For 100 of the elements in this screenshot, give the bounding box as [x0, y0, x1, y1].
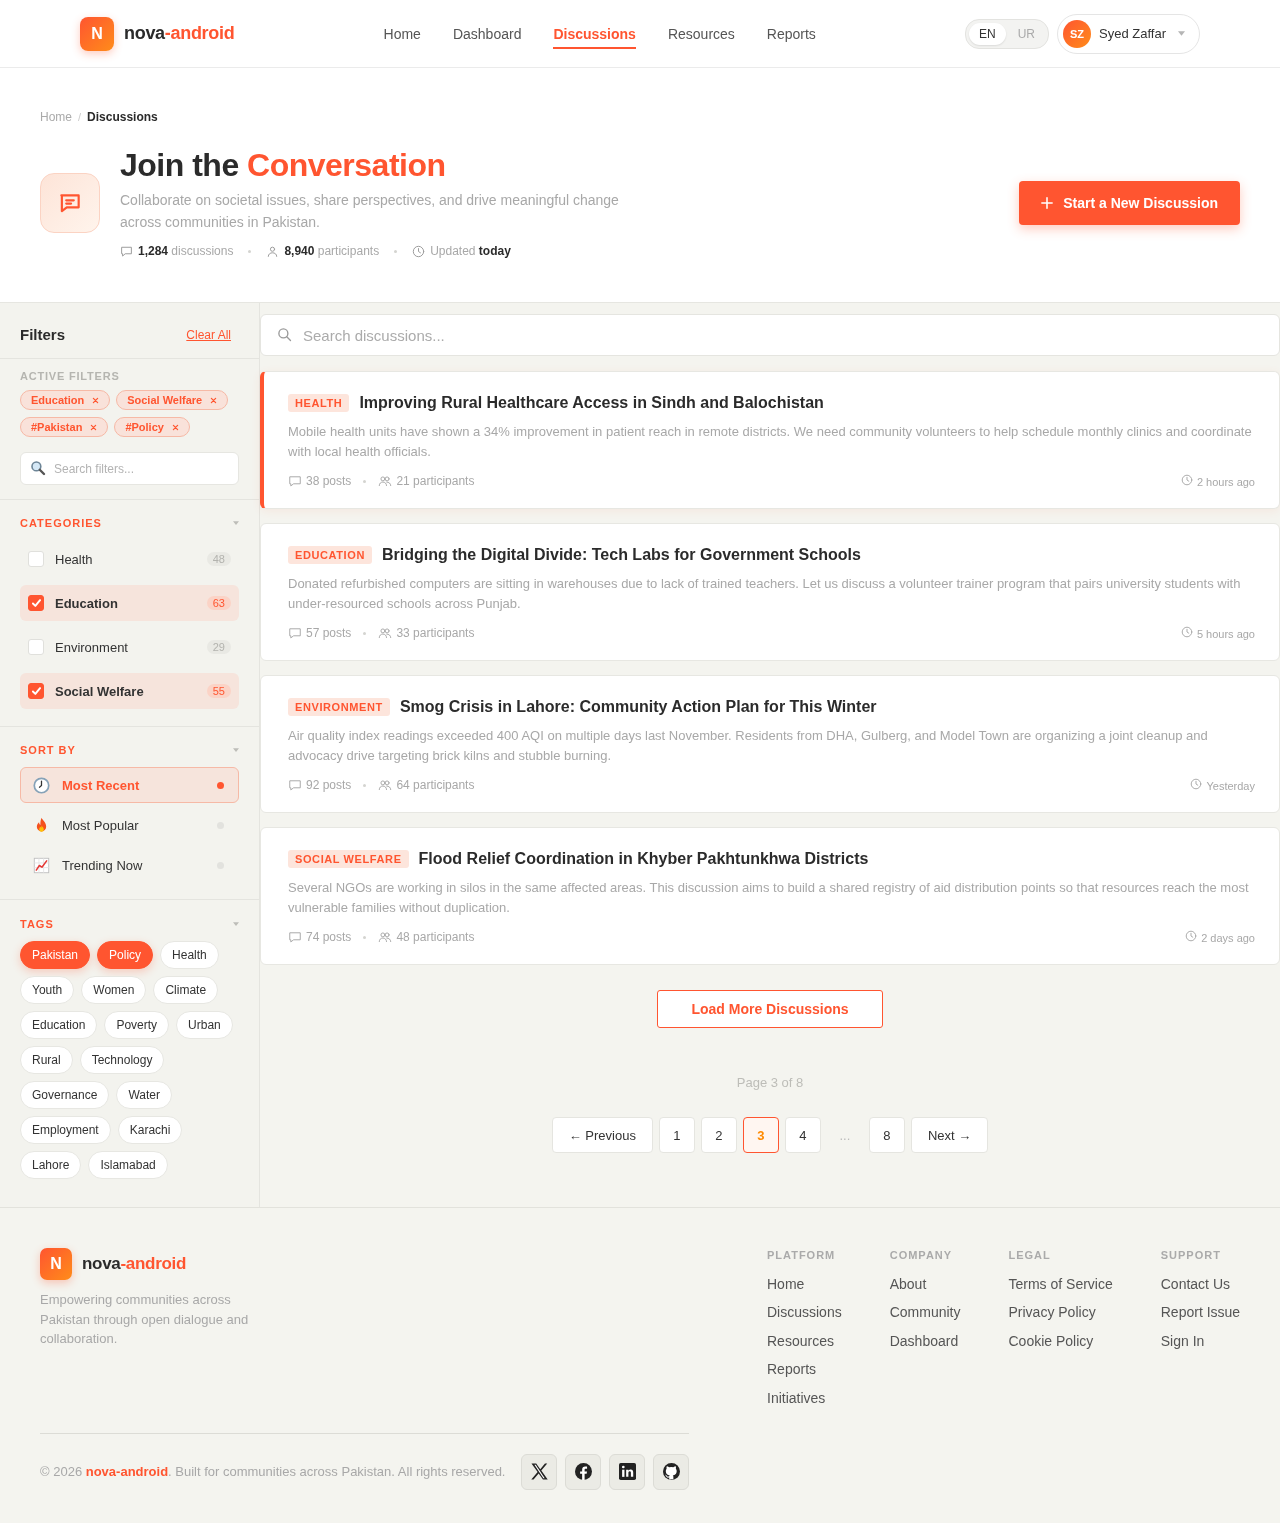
clock-icon — [412, 244, 426, 258]
search-field[interactable]: Search discussions... — [260, 314, 1280, 356]
discussion-card[interactable] — [260, 827, 1280, 965]
category-tag: EDUCATION — [288, 546, 372, 564]
discussion-title: Bridging the Digital Divide: Tech Labs for Government Schools — [382, 545, 861, 565]
footer-link[interactable]: About — [889, 1273, 961, 1294]
participant-count: 21 participants — [396, 473, 475, 489]
comment-icon — [288, 930, 302, 944]
stat-text: 1,284 discussions — [138, 243, 234, 259]
section-heading: SORT BY — [20, 743, 76, 757]
breadcrumb-separator: / — [78, 110, 82, 125]
filter-search-field[interactable]: Search filters... — [20, 452, 239, 485]
tag-chip[interactable]: Governance — [20, 1081, 110, 1109]
x-logo-icon — [530, 1463, 548, 1480]
language-option[interactable]: EN — [969, 22, 1006, 45]
comment-icon — [288, 626, 302, 640]
person-icon — [266, 244, 280, 258]
tag-chip[interactable]: Urban — [176, 1011, 233, 1039]
tag-chip[interactable]: Youth — [20, 976, 75, 1004]
discussion-excerpt: Mobile health units have shown a 34% improvement in patient reach in remote districts. We need community volunteers to help schedule monthly clinics and coordinate with local health officials. — [288, 423, 1253, 461]
social-button[interactable] — [521, 1453, 557, 1490]
search-icon — [30, 460, 46, 476]
discussion-card[interactable] — [260, 371, 1280, 509]
page-title: Join the Conversation — [120, 146, 447, 184]
caret-icon[interactable] — [233, 922, 239, 926]
category-tag: SOCIAL WELFARE — [288, 850, 409, 868]
item-count: 63 — [206, 596, 231, 610]
tag-chip[interactable]: Poverty — [104, 1011, 170, 1039]
tag-chip[interactable]: Karachi — [117, 1116, 183, 1144]
section-heading: ACTIVE FILTERS — [20, 369, 121, 383]
caret-icon — [1178, 31, 1185, 36]
brand-name[interactable]: nova-android — [124, 23, 235, 44]
page-button[interactable]: 1 — [658, 1117, 695, 1153]
social-button[interactable] — [653, 1453, 689, 1490]
breadcrumb-link[interactable]: Discussions — [87, 109, 158, 125]
people-icon — [378, 626, 393, 640]
clock-icon — [33, 776, 50, 794]
footer-link[interactable]: Dashboard — [889, 1330, 961, 1351]
footer-link[interactable]: Contact Us — [1160, 1273, 1241, 1294]
comment-icon — [288, 778, 302, 792]
discussion-title: Improving Rural Healthcare Access in Sindh and Balochistan — [359, 393, 824, 413]
tag-chip[interactable]: Women — [81, 976, 147, 1004]
github-logo-icon — [662, 1463, 680, 1480]
brand-name[interactable]: nova-android — [82, 1254, 187, 1274]
nav-link[interactable]: Dashboard — [452, 18, 522, 49]
footer-link[interactable]: Discussions — [767, 1302, 842, 1322]
footer-link[interactable]: Community — [889, 1302, 961, 1322]
stat-text: 8,940 participants — [284, 243, 380, 259]
footer-link[interactable]: Home — [767, 1273, 842, 1294]
tag-chip[interactable]: Technology — [79, 1046, 165, 1074]
tag-chip[interactable]: Lahore — [20, 1151, 82, 1179]
previous-button[interactable]: ← Previous — [551, 1117, 653, 1153]
checkmark-icon — [31, 599, 41, 607]
comment-icon — [120, 244, 133, 258]
page-button[interactable]: 2 — [700, 1117, 737, 1153]
post-count: 92 posts — [306, 777, 352, 793]
people-icon — [378, 474, 393, 488]
tag-chip[interactable]: Education — [20, 1011, 98, 1039]
footer-link[interactable]: Terms of Service — [1008, 1273, 1113, 1294]
sort-option[interactable]: Most Popular — [20, 807, 239, 843]
page-button[interactable]: 8 — [868, 1117, 905, 1153]
tag-chip[interactable]: Rural — [20, 1046, 73, 1074]
footer-link[interactable]: Cookie Policy — [1008, 1330, 1113, 1351]
caret-icon[interactable] — [233, 748, 239, 752]
category-option[interactable]: Social Welfare 55 — [20, 673, 239, 709]
caret-icon[interactable] — [233, 521, 239, 525]
nav-link[interactable]: Reports — [766, 18, 816, 49]
discussion-excerpt: Donated refurbished computers are sitting in warehouses due to lack of trained teachers. Let us discuss a volunteer trainer program that pairs university students with under-resourced schools across Punjab. — [288, 575, 1242, 613]
section-heading: CATEGORIES — [20, 516, 102, 530]
tag-chip[interactable]: Water — [116, 1081, 172, 1109]
checkbox[interactable] — [28, 683, 44, 699]
post-count: 74 posts — [306, 929, 352, 945]
sidebar-title: Filters — [20, 326, 65, 344]
social-button[interactable] — [609, 1453, 645, 1490]
comment-icon — [288, 474, 302, 488]
tag-chip[interactable]: Climate — [153, 976, 219, 1004]
discussion-excerpt: Several NGOs are working in silos in the same affected areas. This discussion aims to build a shared registry of aid distribution points so that resources reach the most vulnerable families without duplication. — [288, 879, 1250, 917]
checkbox[interactable] — [28, 595, 44, 611]
tag-chip[interactable]: Employment — [20, 1116, 111, 1144]
footer-link[interactable]: Initiatives — [767, 1387, 842, 1408]
sort-option[interactable]: Trending Now — [20, 847, 239, 883]
footer-link[interactable]: Resources — [767, 1330, 842, 1351]
footer-link[interactable]: Report Issue — [1160, 1302, 1241, 1322]
tag-chip[interactable]: Islamabad — [88, 1151, 168, 1179]
nav-link[interactable]: Home — [383, 18, 421, 49]
footer-link[interactable]: Reports — [767, 1359, 842, 1379]
participant-count: 64 participants — [396, 777, 475, 793]
discussion-card[interactable] — [260, 675, 1280, 813]
nav-link[interactable]: Resources — [667, 18, 735, 49]
footer-link[interactable]: Sign In — [1160, 1330, 1241, 1351]
tag-chip[interactable]: Health — [160, 941, 219, 969]
next-button[interactable]: Next → — [910, 1117, 989, 1153]
discussion-card[interactable] — [260, 523, 1280, 661]
category-option[interactable]: Education 63 — [20, 585, 239, 621]
footer-heading: PLATFORM — [767, 1248, 837, 1262]
social-button[interactable] — [565, 1453, 601, 1490]
clock-icon — [1190, 778, 1203, 790]
footer-link[interactable]: Privacy Policy — [1008, 1302, 1113, 1322]
dot-separator-icon — [363, 783, 367, 787]
page-button[interactable]: 4 — [784, 1117, 821, 1153]
